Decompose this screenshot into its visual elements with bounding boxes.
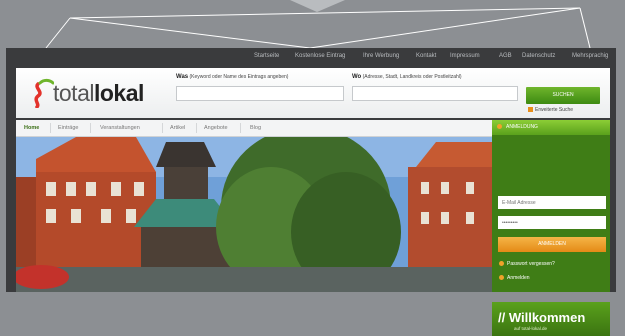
search-button[interactable]: SUCHEN bbox=[526, 87, 600, 104]
where-label-bold: Wo bbox=[352, 74, 362, 80]
top-nav-item[interactable]: Ihre Werbung bbox=[363, 53, 399, 59]
register-label: Anmelden bbox=[507, 275, 530, 281]
tab-blog[interactable]: Blog bbox=[250, 125, 261, 131]
forgot-password-label: Passwort vergessen? bbox=[507, 261, 555, 267]
tab-offers[interactable]: Angebote bbox=[204, 125, 228, 131]
hero-photo bbox=[16, 137, 492, 292]
top-nav-item[interactable]: Impressum bbox=[450, 53, 480, 59]
checkbox-icon bbox=[528, 107, 533, 112]
what-label-bold: Was bbox=[176, 74, 189, 80]
logo-icon[interactable] bbox=[32, 78, 54, 108]
login-button[interactable]: ANMELDEN bbox=[498, 237, 606, 252]
advanced-search-link[interactable]: Erweiterte Suche bbox=[528, 107, 573, 113]
where-label: Wo (Adresse, Stadt, Landkreis oder Postl… bbox=[352, 74, 462, 80]
forgot-password-link[interactable]: Passwort vergessen? bbox=[499, 261, 555, 267]
login-heading: ANMELDUNG bbox=[492, 120, 610, 135]
top-nav-item[interactable]: Datenschutz bbox=[522, 53, 555, 59]
top-nav-item[interactable]: Kontakt bbox=[416, 53, 436, 59]
logo-text-bold: lokal bbox=[93, 80, 144, 106]
top-nav-item[interactable]: Kostenlose Eintrag bbox=[295, 53, 345, 59]
hero-photo-illustration bbox=[16, 137, 492, 292]
tab-entries[interactable]: Einträge bbox=[58, 125, 79, 131]
tab-divider bbox=[50, 123, 51, 133]
tab-home[interactable]: Home bbox=[24, 125, 39, 131]
site-header: totallokal Was (Keyword oder Name des Ei… bbox=[16, 68, 610, 118]
what-input[interactable] bbox=[176, 86, 344, 101]
tab-divider bbox=[196, 123, 197, 133]
register-link[interactable]: Anmelden bbox=[499, 275, 530, 281]
website-frame: Startseite Kostenlose Eintrag Ihre Werbu… bbox=[6, 48, 616, 336]
main-tabs: Home Einträge Veranstaltungen Artikel An… bbox=[16, 120, 492, 137]
what-label: Was (Keyword oder Name des Eintrags ange… bbox=[176, 74, 288, 80]
top-nav-item[interactable]: Mehrsprachig bbox=[572, 53, 608, 59]
tab-divider bbox=[162, 123, 163, 133]
top-nav: Startseite Kostenlose Eintrag Ihre Werbu… bbox=[6, 48, 616, 68]
welcome-title: // Willkommen bbox=[498, 310, 586, 325]
bullet-icon bbox=[499, 261, 504, 266]
email-input[interactable] bbox=[498, 196, 606, 209]
bullet-icon bbox=[497, 124, 502, 129]
password-input[interactable] bbox=[498, 216, 606, 229]
login-heading-label: ANMELDUNG bbox=[506, 124, 538, 130]
bullet-icon bbox=[499, 275, 504, 280]
top-nav-item[interactable]: Startseite bbox=[254, 53, 279, 59]
what-label-hint: (Keyword oder Name des Eintrags angeben) bbox=[189, 74, 289, 80]
welcome-url: auf total-lokal.de bbox=[514, 326, 548, 331]
login-sidebar: ANMELDUNG ANMELDEN Passwort vergessen? A… bbox=[492, 120, 610, 336]
where-input[interactable] bbox=[352, 86, 518, 101]
top-nav-item[interactable]: AGB bbox=[499, 53, 512, 59]
tab-divider bbox=[90, 123, 91, 133]
advanced-search-label: Erweiterte Suche bbox=[535, 107, 574, 113]
logo-text[interactable]: totallokal bbox=[53, 80, 144, 107]
tab-events[interactable]: Veranstaltungen bbox=[100, 125, 140, 131]
logo-text-light: total bbox=[53, 80, 94, 106]
tab-articles[interactable]: Artikel bbox=[170, 125, 185, 131]
tab-divider bbox=[240, 123, 241, 133]
where-label-hint: (Adresse, Stadt, Landkreis oder Postleit… bbox=[362, 74, 462, 80]
